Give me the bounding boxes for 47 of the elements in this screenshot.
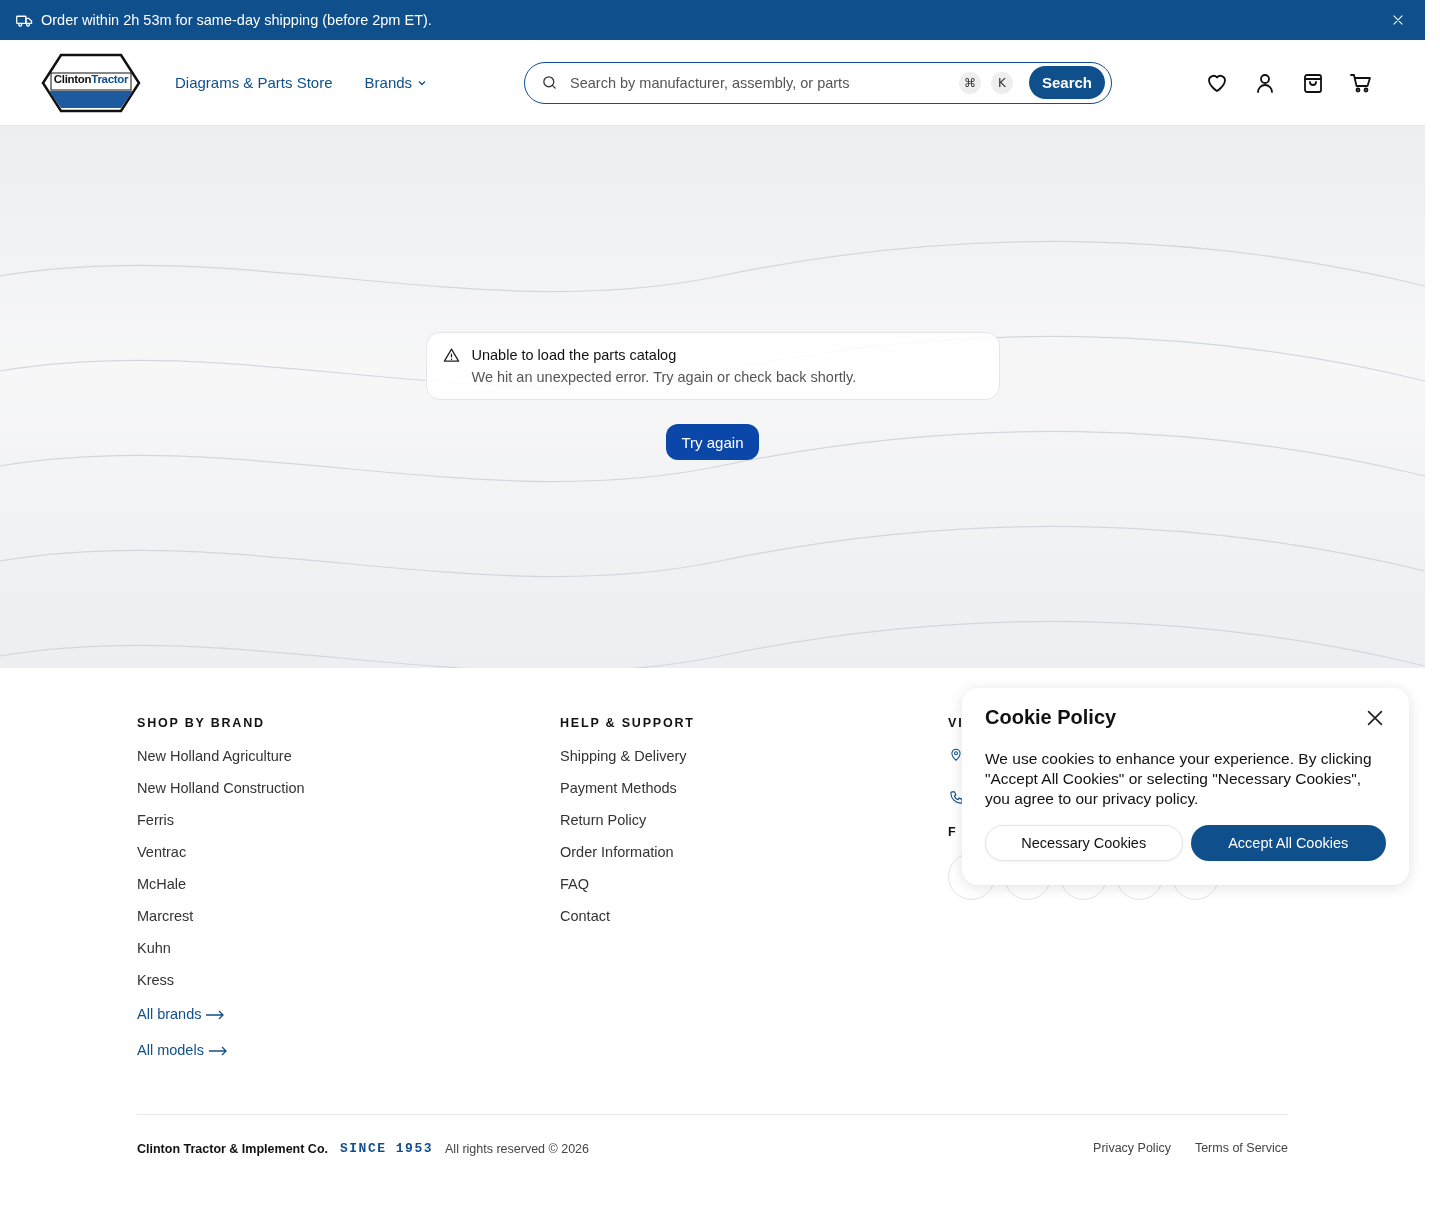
shortcut-key: ⌘ — [958, 71, 981, 94]
legal-link[interactable]: Privacy Policy — [1093, 1140, 1171, 1157]
arrow-right-icon — [207, 1045, 228, 1056]
footer-link[interactable]: Contact — [560, 908, 610, 925]
footer-link[interactable]: Kress — [137, 972, 175, 989]
close-button[interactable] — [1391, 13, 1405, 27]
footer-link[interactable]: FAQ — [560, 876, 589, 893]
company-name: Clinton Tractor & Implement Co. — [137, 1141, 328, 1156]
banner-message: Order within 2h 53m for same-day shipping (before 2pm ET). — [41, 12, 433, 28]
accept-all-button[interactable]: Accept All Cookies — [1190, 825, 1386, 861]
try-again-button[interactable]: Try again — [665, 424, 760, 460]
necessary-cookies-button[interactable]: Necessary Cookies — [985, 825, 1183, 861]
search-button[interactable]: Search — [1028, 66, 1105, 99]
warning-icon — [442, 347, 460, 364]
footer-link[interactable]: Payment Methods — [560, 780, 677, 797]
column-heading: SHOP BY BRAND — [137, 716, 265, 730]
column-heading: HELP & SUPPORT — [560, 716, 695, 730]
search-icon — [541, 74, 558, 91]
footer-link[interactable]: Ventrac — [137, 844, 187, 861]
footer-link[interactable]: Order Information — [560, 844, 674, 861]
nav-link[interactable]: Diagrams & Parts Store — [175, 74, 333, 91]
footer-more-link[interactable]: All models — [137, 1042, 228, 1059]
column-heading: F — [948, 825, 958, 839]
error-message: We hit an unexpected error. Try again or check back shortly. — [471, 369, 857, 385]
shortcut-key: K — [990, 71, 1013, 94]
footer-link[interactable]: Ferris — [137, 812, 175, 829]
legal-link[interactable]: Terms of Service — [1194, 1140, 1288, 1157]
footer-link[interactable]: New Holland Agriculture — [137, 748, 292, 765]
cookie-text: We use cookies to enhance your experience. By clicking "Accept All Cookies" or selecting "Necessary Cookies", you agree to our privacy policy. — [985, 749, 1373, 809]
location-icon — [949, 748, 963, 762]
footer-link[interactable]: Return Policy — [560, 812, 647, 829]
phone-icon — [949, 790, 964, 805]
error-title: Unable to load the parts catalog — [471, 347, 678, 363]
arrow-right-icon — [205, 1009, 226, 1020]
close-icon — [1391, 13, 1405, 27]
footer-link[interactable]: McHale — [137, 876, 187, 893]
column-heading: VI — [948, 716, 964, 730]
copyright-text: All rights reserved © 2026 — [445, 1141, 590, 1156]
since-label: SINCE 1953 — [340, 1141, 433, 1156]
dialog-title: Cookie Policy — [985, 706, 1117, 729]
footer-link[interactable]: Marcrest — [137, 908, 194, 925]
footer-link[interactable]: New Holland Construction — [137, 780, 305, 797]
company-logo: ClintonTractor — [41, 52, 141, 113]
brands-dropdown[interactable]: Brands — [364, 74, 429, 91]
footer-link[interactable]: Shipping & Delivery — [560, 748, 687, 765]
footer-link[interactable]: Kuhn — [137, 940, 171, 957]
footer-more-link[interactable]: All brands — [137, 1006, 226, 1023]
